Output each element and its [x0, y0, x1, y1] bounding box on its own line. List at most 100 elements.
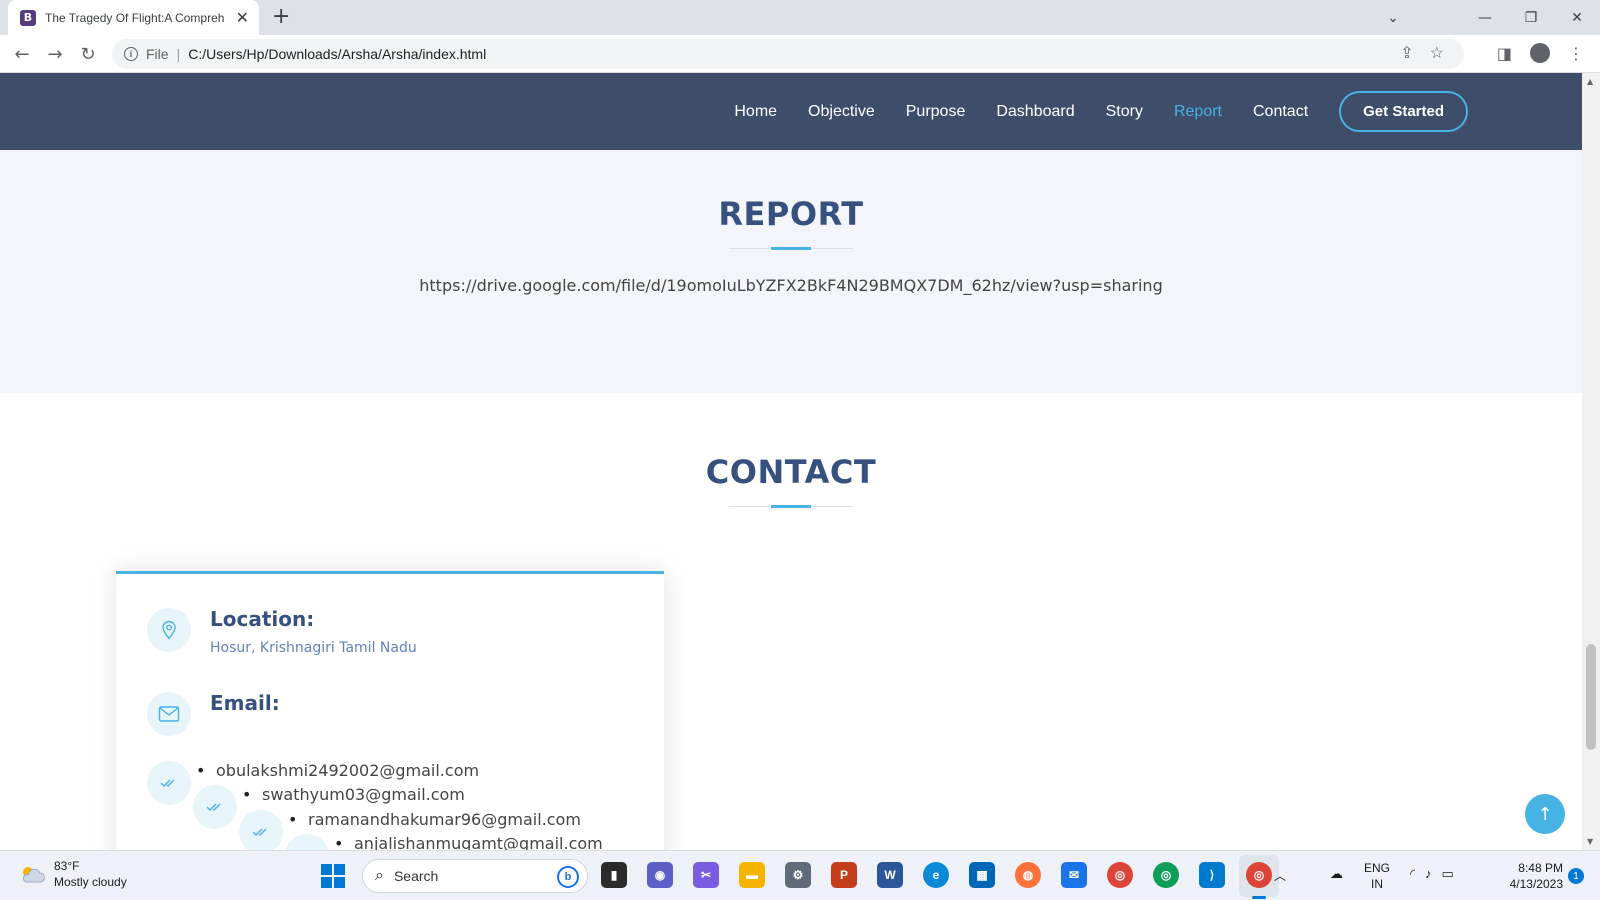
nav-purpose[interactable]: Purpose: [906, 103, 966, 121]
tab-search-chevron-icon[interactable]: ⌄: [1370, 0, 1416, 35]
vscode-icon[interactable]: ⟩: [1199, 862, 1225, 888]
tab-close-icon[interactable]: ✕: [236, 8, 249, 27]
weather-desc: Mostly cloudy: [54, 875, 127, 889]
snipping-tool-icon[interactable]: ✂: [693, 862, 719, 888]
clock-time: 8:48 PM: [1518, 861, 1563, 875]
scrollbar-thumb[interactable]: [1586, 644, 1596, 750]
show-hidden-icons-chevron-icon[interactable]: ︿: [1274, 867, 1286, 884]
wifi-icon: ◜: [1410, 866, 1416, 881]
report-title-accent: [771, 247, 811, 250]
battery-icon: ▭: [1441, 866, 1454, 881]
email-label: Email:: [210, 691, 280, 715]
window-close-icon[interactable]: ✕: [1554, 0, 1600, 35]
nav-story[interactable]: Story: [1106, 103, 1143, 121]
double-check-icon: [285, 834, 329, 850]
network-sound-battery[interactable]: ◜ ♪ ▭: [1410, 866, 1454, 882]
language-indicator[interactable]: ENG IN: [1364, 860, 1390, 892]
notification-badge[interactable]: 1: [1568, 868, 1584, 884]
scroll-down-arrow-icon[interactable]: ▼: [1587, 837, 1593, 846]
address-bar[interactable]: i File | C:/Users/Hp/Downloads/Arsha/Ars…: [112, 39, 1464, 69]
clock-date: 4/13/2023: [1509, 877, 1563, 891]
email-item[interactable]: obulakshmi2492002@gmail.com: [196, 761, 479, 780]
contact-title: CONTACT: [705, 453, 877, 491]
get-started-button[interactable]: Get Started: [1339, 91, 1468, 132]
email-item[interactable]: ramanandhakumar96@gmail.com: [288, 810, 581, 829]
firefox-icon[interactable]: ◍: [1015, 862, 1041, 888]
double-check-icon: [193, 785, 237, 829]
language-code: ENG: [1364, 861, 1391, 875]
edge-icon[interactable]: e: [923, 862, 949, 888]
file-explorer-icon[interactable]: ▬: [739, 862, 765, 888]
nav-objective[interactable]: Objective: [808, 103, 875, 121]
menu-kebab-icon[interactable]: ⋮: [1568, 44, 1584, 63]
window-controls: — ❐ ✕: [1462, 0, 1600, 35]
minimize-icon[interactable]: —: [1462, 0, 1508, 35]
report-drive-link[interactable]: https://drive.google.com/file/d/19omoIuL…: [0, 276, 1582, 295]
windows-start-icon[interactable]: [321, 864, 345, 888]
omnibox-separator: |: [176, 46, 181, 62]
envelope-icon: [147, 692, 191, 736]
bookmark-star-icon[interactable]: ☆: [1430, 43, 1444, 63]
powerpoint-icon[interactable]: P: [831, 862, 857, 888]
nav-report[interactable]: Report: [1174, 103, 1222, 121]
word-icon[interactable]: W: [877, 862, 903, 888]
contact-title-accent: [771, 505, 811, 508]
bootstrap-favicon-icon: B: [20, 9, 36, 26]
browser-toolbar: ← → ↻ i File | C:/Users/Hp/Downloads/Ars…: [0, 35, 1600, 73]
reload-icon[interactable]: ↻: [76, 42, 100, 66]
omnibox-scheme: File: [146, 46, 169, 62]
location-value: Hosur, Krishnagiri Tamil Nadu: [210, 640, 417, 656]
omnibox-actions: ⇪ ☆: [1400, 43, 1444, 63]
clock[interactable]: 8:48 PM 4/13/2023: [1483, 860, 1563, 892]
omnibox-url: C:/Users/Hp/Downloads/Arsha/Arsha/index.…: [188, 46, 487, 62]
map-pin-icon: [147, 608, 191, 652]
cloud-sun-icon: [22, 867, 45, 883]
chrome-profile-icon[interactable]: ◎: [1153, 862, 1179, 888]
email-item[interactable]: anjalishanmugamt@gmail.com: [334, 834, 603, 850]
browser-tab-strip: B The Tragedy Of Flight:A Compreh ✕ + ⌄ …: [0, 0, 1600, 35]
chrome-active-icon[interactable]: ◎: [1246, 862, 1272, 888]
forward-arrow-icon[interactable]: →: [43, 42, 67, 66]
back-to-top-arrow-icon[interactable]: ↑: [1525, 794, 1565, 834]
email-item[interactable]: swathyum03@gmail.com: [242, 785, 465, 804]
onedrive-icon[interactable]: ☁: [1330, 866, 1343, 882]
site-info-icon[interactable]: i: [124, 47, 138, 61]
toolbar-right: ◨ ⋮: [1497, 43, 1584, 63]
taskbar-search-input[interactable]: ⌕ Search b: [362, 859, 588, 893]
location-label: Location:: [210, 607, 315, 631]
chrome-icon[interactable]: ◎: [1107, 862, 1133, 888]
mail-icon[interactable]: ✉: [1061, 862, 1087, 888]
nav-home[interactable]: Home: [734, 103, 777, 121]
side-panel-icon[interactable]: ◨: [1497, 44, 1512, 63]
profile-avatar-icon[interactable]: [1530, 43, 1550, 63]
volume-icon: ♪: [1425, 866, 1432, 881]
weather-temp: 83°F: [54, 859, 80, 873]
active-app-indicator: [1252, 896, 1266, 899]
task-view-icon[interactable]: ▮: [601, 862, 627, 888]
microsoft-store-icon[interactable]: ▦: [969, 862, 995, 888]
report-section: REPORT https://drive.google.com/file/d/1…: [0, 150, 1582, 393]
scroll-up-arrow-icon[interactable]: ▲: [1587, 77, 1593, 86]
bing-icon[interactable]: b: [557, 866, 579, 888]
teams-chat-icon[interactable]: ◉: [647, 862, 673, 888]
share-icon[interactable]: ⇪: [1400, 43, 1413, 63]
weather-widget[interactable]: 83°F Mostly cloudy: [18, 858, 127, 890]
site-header: Home Objective Purpose Dashboard Story R…: [0, 73, 1582, 150]
browser-tab[interactable]: B The Tragedy Of Flight:A Compreh ✕: [8, 0, 259, 35]
restore-icon[interactable]: ❐: [1508, 0, 1554, 35]
nav-dashboard[interactable]: Dashboard: [996, 103, 1074, 121]
search-placeholder: Search: [393, 868, 439, 884]
weather-text: 83°F Mostly cloudy: [54, 858, 127, 890]
main-nav: Home Objective Purpose Dashboard Story R…: [703, 73, 1582, 150]
page-scrollbar[interactable]: ▲ ▼: [1582, 73, 1600, 850]
double-check-icon: [239, 810, 283, 850]
new-tab-plus-icon[interactable]: +: [272, 6, 290, 28]
report-title: REPORT: [718, 195, 864, 233]
settings-gear-icon[interactable]: ⚙: [785, 862, 811, 888]
page-viewport: Home Objective Purpose Dashboard Story R…: [0, 73, 1582, 850]
contact-info-card: Location: Hosur, Krishnagiri Tamil Nadu …: [116, 571, 664, 850]
back-arrow-icon[interactable]: ←: [10, 42, 34, 66]
tab-title: The Tragedy Of Flight:A Compreh: [45, 10, 225, 25]
nav-contact[interactable]: Contact: [1253, 103, 1308, 121]
region-code: IN: [1371, 877, 1383, 891]
